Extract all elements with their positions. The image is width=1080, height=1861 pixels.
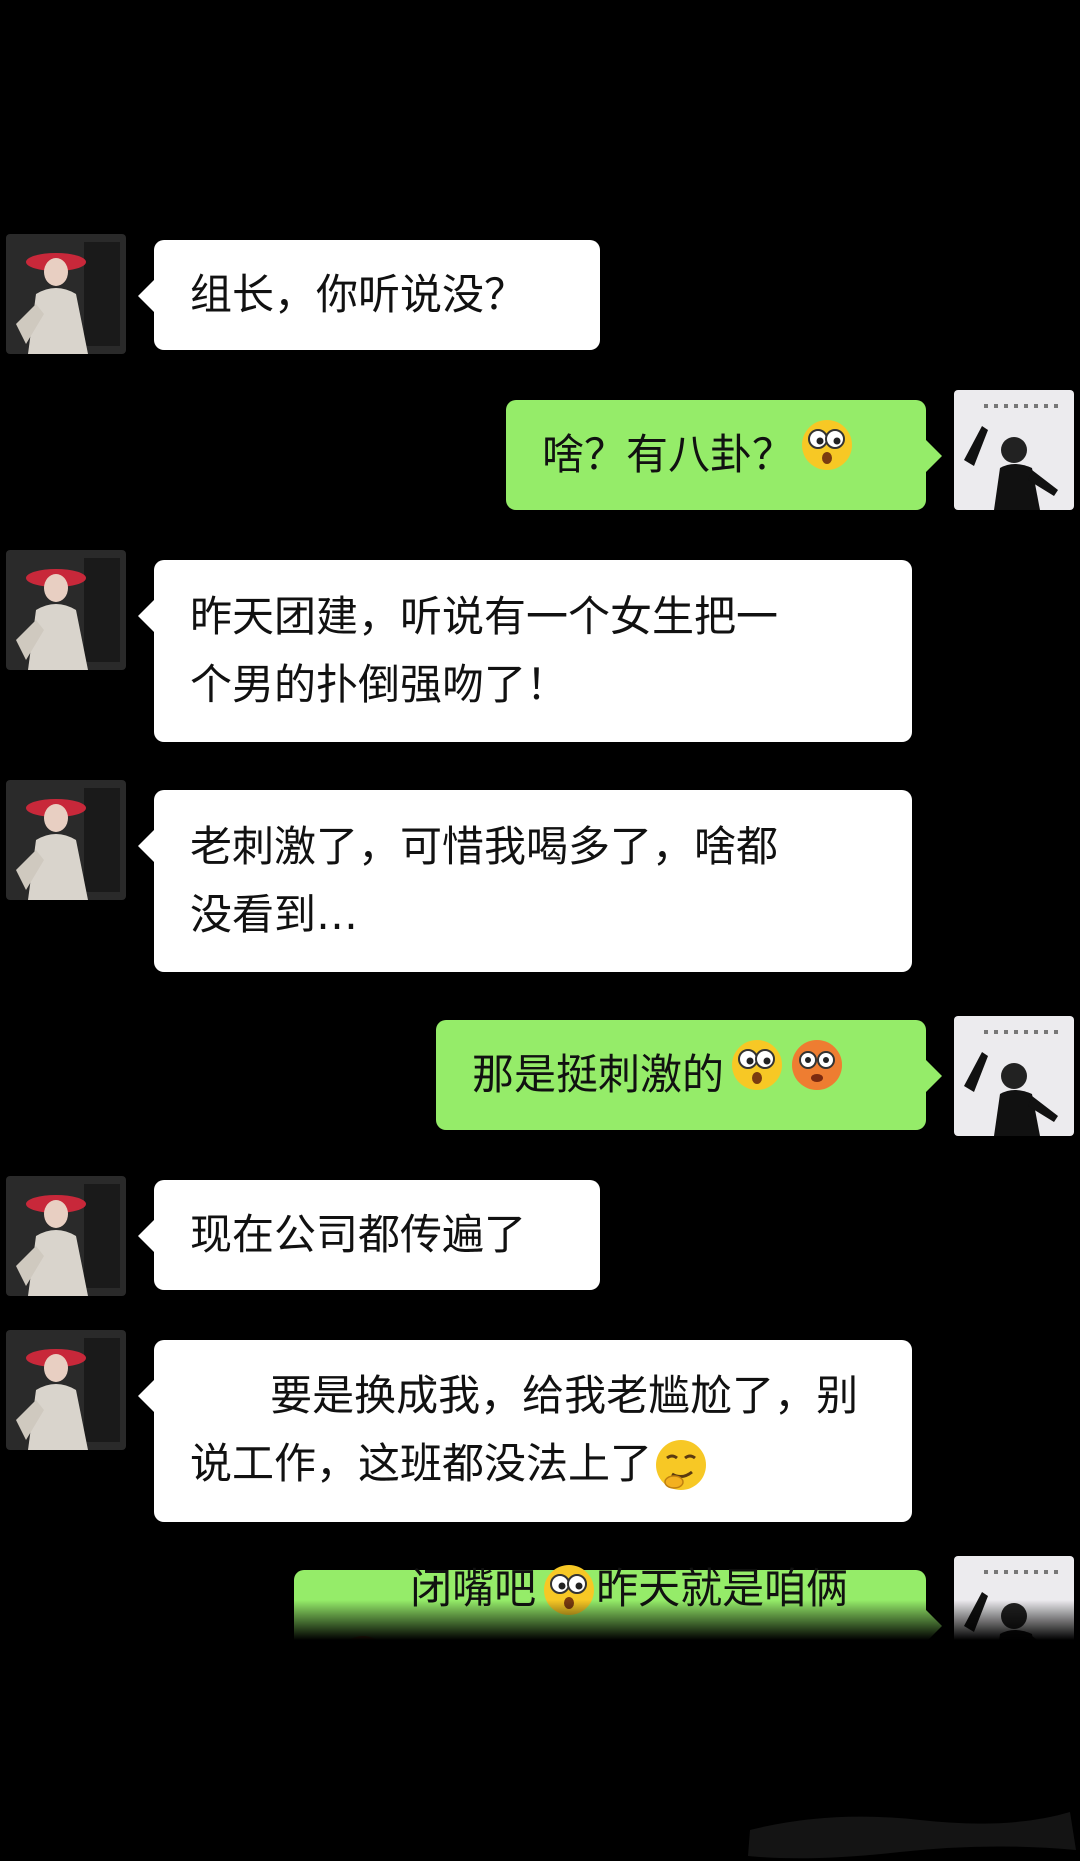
flushed-face-emoji — [790, 1038, 844, 1112]
surprised-eyes-emoji — [800, 418, 854, 492]
message-text: 组长，你听说没？ — [190, 270, 527, 319]
message-text: 啥？有八卦？ — [542, 430, 795, 479]
message-text: 老刺激了，可惜我喝多了，啥都 没看到… — [190, 822, 779, 939]
message-text: 现在公司都传遍了 — [190, 1210, 527, 1259]
message-text-content: 要是换成我，给我老尴尬了，别 说工作，这班都没法上了 — [190, 1370, 859, 1488]
incoming-message-bubble[interactable]: 组长，你听说没？ — [138, 240, 600, 350]
outgoing-message-bubble[interactable]: 啥？有八卦？ — [506, 400, 942, 510]
scribble-mark — [748, 1812, 1076, 1859]
message-text: 那是挺刺激的 — [472, 1050, 725, 1099]
incoming-message-bubble[interactable]: 昨天团建，听说有一个女生把一 个男的扑倒强吻了！ — [138, 560, 912, 742]
contact-avatar[interactable] — [6, 780, 126, 900]
incoming-message-bubble[interactable]: 老刺激了，可惜我喝多了，啥都 没看到… — [138, 790, 912, 972]
contact-avatar[interactable] — [6, 1330, 126, 1450]
my-avatar[interactable] — [954, 1016, 1074, 1136]
outgoing-message-bubble[interactable]: 那是挺刺激的 — [436, 1020, 942, 1130]
surprised-eyes-emoji — [730, 1038, 784, 1112]
my-avatar[interactable] — [954, 390, 1074, 510]
contact-avatar[interactable] — [6, 1176, 126, 1296]
contact-avatar[interactable] — [6, 234, 126, 354]
bottom-fade — [0, 1600, 1080, 1640]
contact-avatar[interactable] — [6, 550, 126, 670]
incoming-message-bubble[interactable]: 现在公司都传遍了 — [138, 1180, 600, 1290]
message-text: 昨天团建，听说有一个女生把一 个男的扑倒强吻了！ — [190, 592, 779, 709]
chat-area[interactable]: 组长，你听说没？ 啥？有八卦？ 昨天团建，听说有一个女生把一 个男的扑倒强吻了！… — [0, 0, 1080, 1640]
